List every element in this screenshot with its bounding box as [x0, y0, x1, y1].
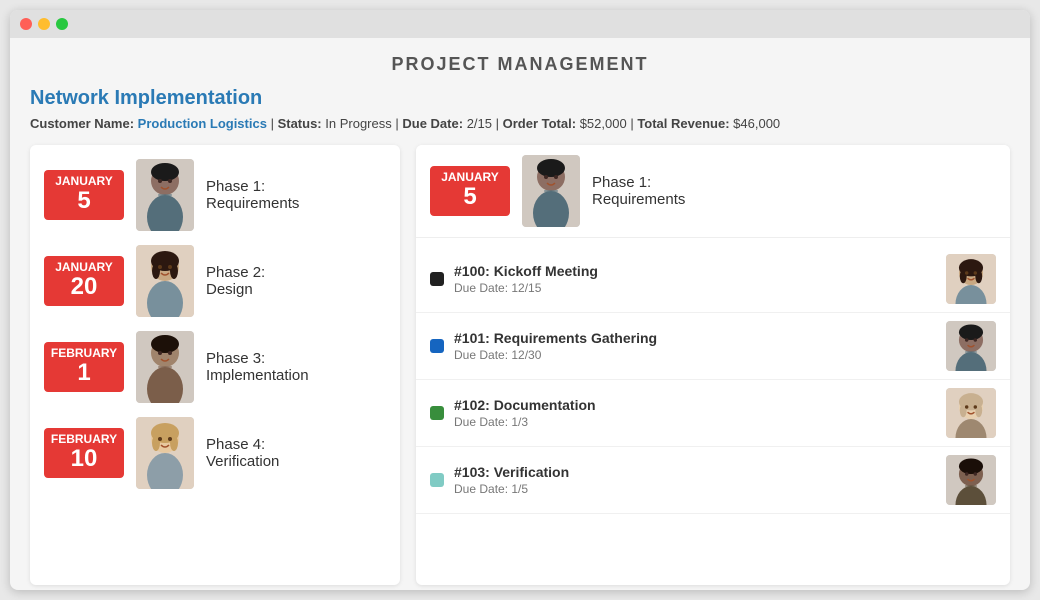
task-info-100: #100: Kickoff Meeting Due Date: 12/15	[454, 263, 936, 295]
phase-day-4: 10	[44, 446, 124, 472]
phase-name-3: Phase 3: Implementation	[206, 350, 309, 384]
task-avatar-102	[946, 388, 996, 438]
panels: January 5 Phase 1: Requirements January …	[30, 145, 1010, 585]
customer-label: Customer Name:	[30, 116, 134, 131]
right-panel: January 5 Phase 1: Requirements #100: Ki…	[416, 145, 1010, 585]
phase-avatar-4	[136, 417, 194, 489]
phase-row-2[interactable]: January 20 Phase 2: Design	[44, 245, 386, 317]
phase-month-2: January	[44, 260, 124, 274]
minimize-button[interactable]	[38, 18, 50, 30]
task-due-103: Due Date: 1/5	[454, 482, 936, 496]
task-color-100	[430, 272, 444, 286]
phase-avatar-3	[136, 331, 194, 403]
total-revenue-value: $46,000	[733, 116, 780, 131]
order-total-value: $52,000	[580, 116, 627, 131]
selected-phase-avatar	[522, 155, 580, 227]
left-panel: January 5 Phase 1: Requirements January …	[30, 145, 400, 585]
phase-month-3: February	[44, 346, 124, 360]
phase-date-badge-3: February 1	[44, 342, 124, 392]
due-date-value: 2/15	[467, 116, 492, 131]
status-label: Status:	[278, 116, 322, 131]
phase-date-badge-1: January 5	[44, 170, 124, 220]
maximize-button[interactable]	[56, 18, 68, 30]
task-item-103[interactable]: #103: Verification Due Date: 1/5	[416, 447, 1010, 514]
phase-month-4: February	[44, 432, 124, 446]
phase-row-3[interactable]: February 1 Phase 3: Implementation	[44, 331, 386, 403]
phase-avatar-1	[136, 159, 194, 231]
task-list: #100: Kickoff Meeting Due Date: 12/15 #1…	[416, 238, 1010, 585]
task-title-100: #100: Kickoff Meeting	[454, 263, 936, 279]
project-title: Network Implementation	[30, 87, 1010, 110]
meta-row: Customer Name: Production Logistics | St…	[30, 116, 1010, 131]
phase-month-1: January	[44, 174, 124, 188]
task-avatar-101	[946, 321, 996, 371]
phase-row-1[interactable]: January 5 Phase 1: Requirements	[44, 159, 386, 231]
close-button[interactable]	[20, 18, 32, 30]
order-total-label: Order Total:	[503, 116, 576, 131]
phase-date-badge-4: February 10	[44, 428, 124, 478]
app-window: PROJECT MANAGEMENT Network Implementatio…	[10, 10, 1030, 590]
task-item-102[interactable]: #102: Documentation Due Date: 1/3	[416, 380, 1010, 447]
task-color-103	[430, 473, 444, 487]
phase-name-1: Phase 1: Requirements	[206, 178, 299, 212]
separator3: |	[496, 116, 503, 131]
main-content: PROJECT MANAGEMENT Network Implementatio…	[10, 38, 1030, 590]
task-info-103: #103: Verification Due Date: 1/5	[454, 464, 936, 496]
total-revenue-label: Total Revenue:	[637, 116, 729, 131]
task-avatar-100	[946, 254, 996, 304]
page-title: PROJECT MANAGEMENT	[30, 54, 1010, 75]
selected-phase-badge: January 5	[430, 166, 510, 216]
task-title-102: #102: Documentation	[454, 397, 936, 413]
task-due-101: Due Date: 12/30	[454, 348, 936, 362]
task-info-102: #102: Documentation Due Date: 1/3	[454, 397, 936, 429]
phase-avatar-2	[136, 245, 194, 317]
task-title-101: #101: Requirements Gathering	[454, 330, 936, 346]
task-due-100: Due Date: 12/15	[454, 281, 936, 295]
status-value: In Progress	[325, 116, 391, 131]
phase-name-2: Phase 2: Design	[206, 264, 265, 298]
selected-phase-name: Phase 1: Requirements	[592, 174, 685, 208]
task-due-102: Due Date: 1/3	[454, 415, 936, 429]
due-date-label: Due Date:	[402, 116, 463, 131]
task-item-101[interactable]: #101: Requirements Gathering Due Date: 1…	[416, 313, 1010, 380]
separator1: |	[271, 116, 278, 131]
task-title-103: #103: Verification	[454, 464, 936, 480]
phase-date-badge-2: January 20	[44, 256, 124, 306]
task-item-100[interactable]: #100: Kickoff Meeting Due Date: 12/15	[416, 246, 1010, 313]
task-info-101: #101: Requirements Gathering Due Date: 1…	[454, 330, 936, 362]
phase-day-3: 1	[44, 360, 124, 386]
customer-name[interactable]: Production Logistics	[138, 116, 267, 131]
phase-name-4: Phase 4: Verification	[206, 436, 279, 470]
selected-phase-header: January 5 Phase 1: Requirements	[416, 145, 1010, 238]
phase-row-4[interactable]: February 10 Phase 4: Verification	[44, 417, 386, 489]
task-color-101	[430, 339, 444, 353]
phase-day-2: 20	[44, 274, 124, 300]
task-avatar-103	[946, 455, 996, 505]
task-color-102	[430, 406, 444, 420]
phase-day-1: 5	[44, 188, 124, 214]
title-bar	[10, 10, 1030, 38]
